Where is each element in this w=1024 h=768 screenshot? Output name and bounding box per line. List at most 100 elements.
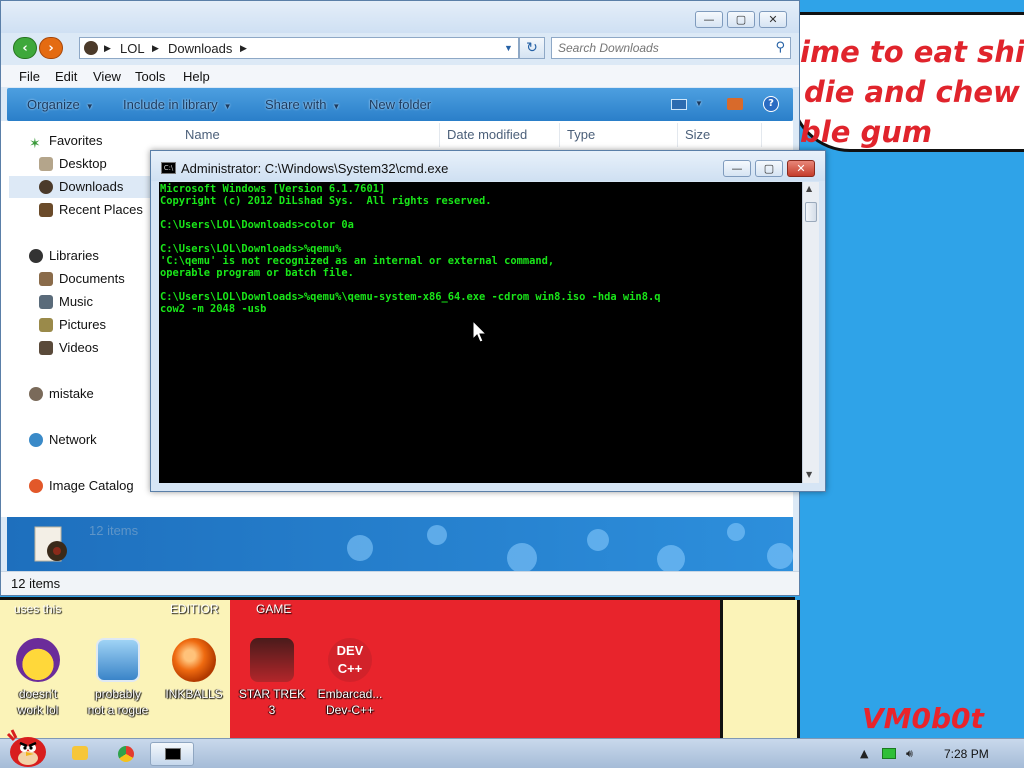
minimize-button[interactable]: — <box>695 11 723 28</box>
chevron-down-icon[interactable]: ▼ <box>695 99 703 108</box>
column-divider[interactable] <box>677 123 678 147</box>
nav-pictures[interactable]: Pictures <box>9 314 165 336</box>
new-folder-button[interactable]: New folder <box>369 97 431 112</box>
cmd-close-button[interactable]: ✕ <box>787 160 815 177</box>
menu-edit[interactable]: Edit <box>55 69 77 84</box>
search-box[interactable]: ⚲ <box>551 37 791 59</box>
desktop-icon-dev-cpp[interactable]: DEV C++ Embarcad... Dev-C++ <box>312 638 388 718</box>
desktop-icon-label: Dev-C++ <box>325 703 375 717</box>
nav-favorites[interactable]: ✶ Favorites <box>9 130 165 152</box>
desktop-icon-star-trek[interactable]: STAR TREK 3 <box>234 638 310 718</box>
console-scrollbar[interactable]: ▲ ▼ <box>802 182 819 483</box>
column-header-type[interactable]: Type <box>567 127 595 142</box>
include-in-library-button[interactable]: Include in library ▼ <box>123 97 232 112</box>
breadcrumb-item-downloads[interactable]: Downloads <box>168 41 232 56</box>
desktop-icon-yahoo[interactable]: doesn't work lol <box>0 638 76 718</box>
bokeh-decoration <box>727 523 745 541</box>
menu-help[interactable]: Help <box>183 69 210 84</box>
refresh-button[interactable]: ↻ <box>519 37 545 59</box>
column-header-date[interactable]: Date modified <box>447 127 527 142</box>
column-divider[interactable] <box>439 123 440 147</box>
breadcrumb-separator-icon: ▶ <box>240 43 247 53</box>
wallpaper-text: ime to eat shi die and chew ble gum <box>800 32 1024 152</box>
nav-documents[interactable]: Documents <box>9 268 165 290</box>
nav-music[interactable]: Music <box>9 291 165 313</box>
network-status-icon[interactable] <box>882 748 896 759</box>
wallpaper-yellow-strip <box>720 600 800 740</box>
navigation-pane: ✶ Favorites Desktop Downloads Recent Pla… <box>1 121 167 517</box>
nav-libraries[interactable]: Libraries <box>9 245 165 267</box>
breadcrumb-item-lol[interactable]: LOL <box>120 41 145 56</box>
nav-user-mistake[interactable]: mistake <box>9 383 165 405</box>
desktop-icon-inkballs[interactable]: INKBALLS <box>156 638 232 702</box>
chevron-down-icon: ▼ <box>223 102 232 111</box>
cmd-maximize-button[interactable]: ▢ <box>755 160 783 177</box>
search-icon[interactable]: ⚲ <box>775 40 785 55</box>
clock-time[interactable]: 7:28 PM <box>944 747 989 761</box>
menu-tools[interactable]: Tools <box>135 69 165 84</box>
taskbar-explorer-button[interactable] <box>58 742 102 766</box>
close-button[interactable]: ✕ <box>759 11 787 28</box>
scroll-thumb[interactable] <box>805 202 817 222</box>
scroll-down-icon[interactable]: ▼ <box>806 470 812 479</box>
nav-videos[interactable]: Videos <box>9 337 165 359</box>
nav-recent-places[interactable]: Recent Places <box>9 199 165 221</box>
videos-icon <box>39 341 53 355</box>
share-label: Share with <box>265 97 327 112</box>
taskbar-cmd-button[interactable] <box>150 742 194 766</box>
chrome-icon <box>118 746 134 762</box>
address-row: ‹ › ▶ LOL ▶ Downloads ▶ ▼ ↻ ⚲ <box>1 33 799 63</box>
wallpaper-text-line: ble gum <box>800 115 933 149</box>
back-button[interactable]: ‹ <box>13 37 37 59</box>
details-item-count: 12 items <box>89 523 139 538</box>
menu-view[interactable]: View <box>93 69 121 84</box>
desktop-icon-label: Embarcad... <box>317 687 383 701</box>
preview-pane-icon[interactable] <box>727 98 743 110</box>
chevron-down-icon: ▼ <box>332 102 341 111</box>
organize-button[interactable]: Organize ▼ <box>27 97 94 112</box>
view-options-icon[interactable] <box>671 99 687 110</box>
address-bar[interactable]: ▶ LOL ▶ Downloads ▶ ▼ <box>79 37 519 59</box>
nav-label: Music <box>59 294 93 309</box>
maximize-button[interactable]: ▢ <box>727 11 755 28</box>
include-label: Include in library <box>123 97 218 112</box>
cmd-minimize-button[interactable]: — <box>723 160 751 177</box>
column-header-size[interactable]: Size <box>685 127 710 142</box>
network-computer-icon <box>96 638 140 682</box>
bokeh-decoration <box>657 545 685 571</box>
downloads-icon <box>39 180 53 194</box>
wallpaper-text-line: die and chew <box>804 75 1020 109</box>
desktop-icon-label: INKBALLS <box>165 687 223 701</box>
scroll-up-icon[interactable]: ▲ <box>806 184 812 193</box>
chevron-down-icon[interactable]: ▼ <box>504 43 513 53</box>
column-header-name[interactable]: Name <box>185 127 220 142</box>
volume-icon[interactable]: 🔊︎ <box>906 747 913 761</box>
share-with-button[interactable]: Share with ▼ <box>265 97 340 112</box>
mouse-cursor-icon <box>472 320 488 343</box>
column-divider[interactable] <box>559 123 560 147</box>
nav-network[interactable]: Network <box>9 429 165 451</box>
search-input[interactable] <box>558 40 758 56</box>
nav-image-catalog[interactable]: Image Catalog <box>9 475 165 497</box>
status-item-count: 12 items <box>11 576 61 591</box>
organize-label: Organize <box>27 97 80 112</box>
nav-desktop[interactable]: Desktop <box>9 153 165 175</box>
column-divider[interactable] <box>761 123 762 147</box>
show-hidden-icons-icon[interactable]: ▲ <box>860 747 868 760</box>
desktop-icon-network-computer[interactable]: probably not a rogue <box>80 638 156 718</box>
help-icon[interactable]: ? <box>763 96 779 112</box>
start-button-angry-bird-icon[interactable] <box>4 726 48 768</box>
forward-button[interactable]: › <box>39 37 63 59</box>
taskbar-chrome-button[interactable] <box>104 742 148 766</box>
yahoo-messenger-icon <box>16 638 60 682</box>
command-prompt-window: C:\ Administrator: C:\Windows\System32\c… <box>150 150 826 492</box>
cmd-titlebar[interactable]: C:\ Administrator: C:\Windows\System32\c… <box>151 151 825 181</box>
nav-label: Desktop <box>59 156 107 171</box>
desktop-icon-label: 3 <box>268 703 276 717</box>
music-icon <box>39 295 53 309</box>
nav-label: Network <box>49 432 97 447</box>
nav-downloads[interactable]: Downloads <box>9 176 165 198</box>
menu-file[interactable]: File <box>19 69 40 84</box>
bokeh-decoration <box>427 525 447 545</box>
explorer-titlebar[interactable]: — ▢ ✕ <box>1 1 799 33</box>
